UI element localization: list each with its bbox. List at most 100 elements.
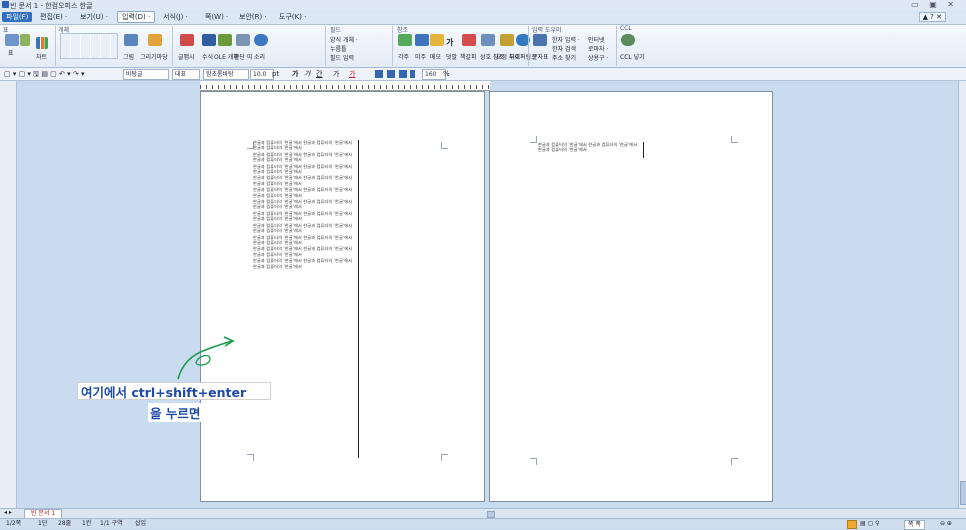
vertical-scrollbar[interactable] bbox=[958, 81, 966, 508]
horizontal-ruler bbox=[200, 81, 490, 91]
menu-security[interactable]: 보안(R) · bbox=[235, 12, 271, 22]
picture-icon[interactable] bbox=[124, 34, 138, 46]
body-paragraph: 한글과 컴퓨터의 '한글'에서 한글과 컴퓨터의 '한글'에서 한글과 컴퓨터의… bbox=[253, 175, 353, 186]
format-toolbar: ▢ ▾ ▢ ▾ 🖫 ▤ ▢ ↶ ▾ ↷ ▾ 바탕글 대표 함초롬바탕 10.0 … bbox=[0, 68, 966, 81]
bookmark-label: 책갈피 bbox=[460, 54, 477, 61]
margin-corner bbox=[441, 454, 448, 461]
font-size-unit: pt bbox=[272, 70, 280, 78]
footnote-icon[interactable] bbox=[398, 34, 412, 46]
bold-button[interactable]: 가 bbox=[292, 69, 298, 79]
help-button[interactable]: ▲ ? ✕ bbox=[918, 12, 946, 22]
hscroll-thumb[interactable] bbox=[487, 511, 495, 518]
body-paragraph: 한글과 컴퓨터의 '한글'에서 한글과 컴퓨터의 '한글'에서 한글과 컴퓨터의… bbox=[253, 222, 353, 234]
divider bbox=[392, 26, 393, 66]
cell-icon[interactable] bbox=[20, 34, 30, 46]
status-mode[interactable]: 삽입 bbox=[135, 520, 146, 528]
group-ccl-title: CCL bbox=[620, 25, 632, 32]
sound-label: 소리 bbox=[254, 54, 266, 61]
divider bbox=[55, 26, 56, 66]
address-search-button[interactable]: 주소 찾기 bbox=[552, 53, 576, 62]
chart-label: 차트 bbox=[36, 54, 48, 61]
divider bbox=[528, 26, 529, 66]
page-2-body-text[interactable]: 한글과 컴퓨터의 '한글'에서 한글과 컴퓨터의 '한글'에서 한글과 컴퓨터의… bbox=[538, 142, 642, 166]
pushfield-button[interactable]: 누름틀 bbox=[330, 44, 347, 53]
arrow-annotation bbox=[177, 336, 235, 380]
body-paragraph: 한글과 컴퓨터의 '한글'에서 한글과 컴퓨터의 '한글'에서 한글과 컴퓨터의… bbox=[253, 163, 353, 175]
menu-edit[interactable]: 편집(E) · bbox=[36, 12, 71, 22]
font-color-button[interactable]: 가 bbox=[349, 69, 355, 79]
font-size-input[interactable]: 10.0 bbox=[250, 69, 274, 80]
italic-button[interactable]: 가 bbox=[304, 69, 310, 79]
lang-select[interactable]: 대표 bbox=[172, 69, 200, 80]
margin-corner bbox=[731, 458, 738, 465]
body-paragraph: 한글과 컴퓨터의 '한글'에서 한글과 컴퓨터의 '한글'에서 한글과 컴퓨터의… bbox=[253, 246, 353, 257]
page-1[interactable]: 한글과 컴퓨터의 '한글'에서 한글과 컴퓨터의 '한글'에서 한글과 컴퓨터의… bbox=[200, 91, 485, 502]
strike-button[interactable]: 가 bbox=[333, 69, 339, 79]
annotation-line-2: 을 누르면 bbox=[148, 403, 203, 422]
hanja-input-button[interactable]: 한자 입력 · bbox=[552, 35, 580, 44]
margin-corner bbox=[530, 458, 537, 465]
table-icon[interactable] bbox=[5, 34, 19, 46]
ruby-icon[interactable]: 가 bbox=[446, 37, 453, 48]
form-object-button[interactable]: 양식 개체 · bbox=[330, 35, 358, 44]
zoom-unit: % bbox=[443, 70, 450, 78]
style-select[interactable]: 바탕글 bbox=[123, 69, 169, 80]
romanize-button[interactable]: 로마자 · bbox=[588, 44, 608, 53]
align-buttons[interactable] bbox=[375, 70, 415, 78]
view-buttons[interactable]: ▤ ▢ ⚲ bbox=[860, 520, 880, 528]
title-bar: 빈 문서 1 - 한컴오피스 한글 ▭ ▣ ✕ bbox=[0, 0, 966, 10]
proofreading-icon[interactable] bbox=[500, 34, 514, 46]
menu-view[interactable]: 보기(U) · bbox=[76, 12, 112, 22]
menu-format[interactable]: 서식(J) · bbox=[159, 12, 192, 22]
ruler-ticks bbox=[200, 85, 490, 89]
ccl-label: CCL 넣기 bbox=[620, 54, 645, 61]
status-bar: 1/2쪽 1단 28줄 1칸 1/1 구역 삽입 ▤ ▢ ⚲ 쪽 폭 ⊖ ⊕ bbox=[0, 518, 966, 530]
tab-nav-arrows[interactable]: ◂ ▸ bbox=[4, 509, 12, 517]
picture-label: 그림 bbox=[123, 54, 135, 61]
zoom-out-in-buttons[interactable]: ⊖ ⊕ bbox=[940, 520, 952, 528]
internet-button[interactable]: 인터넷 bbox=[588, 35, 605, 44]
page-2[interactable]: 한글과 컴퓨터의 '한글'에서 한글과 컴퓨터의 '한글'에서 한글과 컴퓨터의… bbox=[489, 91, 773, 502]
menu-tools[interactable]: 도구(K) · bbox=[275, 12, 310, 22]
ruby-label: 덧말 bbox=[446, 54, 458, 61]
menu-page[interactable]: 쪽(W) · bbox=[201, 12, 232, 22]
underline-button[interactable]: 간 bbox=[316, 69, 322, 79]
group-helper-title: 입력 도우미 bbox=[532, 27, 562, 34]
page-1-body-text[interactable]: 한글과 컴퓨터의 '한글'에서 한글과 컴퓨터의 '한글'에서 한글과 컴퓨터의… bbox=[253, 140, 357, 458]
special-char-icon[interactable] bbox=[533, 34, 547, 46]
sound-icon[interactable] bbox=[254, 34, 268, 46]
text-cursor-line bbox=[643, 142, 644, 158]
cross-ref-icon[interactable] bbox=[481, 34, 495, 46]
chart-icon[interactable] bbox=[36, 37, 48, 49]
paragraph-band-icon[interactable] bbox=[236, 34, 250, 46]
equation-icon[interactable] bbox=[202, 34, 216, 46]
body-paragraph: 한글과 컴퓨터의 '한글'에서 한글과 컴퓨터의 '한글'에서 한글과 컴퓨터의… bbox=[253, 187, 353, 198]
menu-insert[interactable]: 입력(D) · bbox=[117, 11, 156, 23]
window-controls[interactable]: ▭ ▣ ✕ bbox=[911, 0, 958, 9]
divider bbox=[325, 26, 326, 66]
zoom-mode-select[interactable]: 쪽 폭 bbox=[904, 520, 925, 530]
drawing-icon[interactable] bbox=[148, 34, 162, 46]
status-page: 1/2쪽 bbox=[6, 520, 22, 527]
field-input-button[interactable]: 필드 입력 bbox=[330, 53, 354, 62]
toolbar-icons[interactable]: ▢ ▾ ▢ ▾ 🖫 ▤ ▢ ↶ ▾ ↷ ▾ bbox=[4, 69, 84, 79]
clipart-icon[interactable] bbox=[180, 34, 194, 46]
document-area[interactable]: 한글과 컴퓨터의 '한글'에서 한글과 컴퓨터의 '한글'에서 한글과 컴퓨터의… bbox=[17, 91, 957, 506]
status-line: 28줄 bbox=[58, 520, 72, 527]
font-select[interactable]: 함초롬바탕 bbox=[203, 69, 249, 80]
quick-phrase-button[interactable]: 상용구 · bbox=[588, 53, 608, 62]
status-col: 1칸 bbox=[82, 520, 92, 527]
ribbon: 표 개체 필드 참조 입력 도우미 CCL 표 차트 그림 그리기마당 글맵시 … bbox=[0, 25, 966, 68]
text-cursor-line bbox=[358, 140, 359, 458]
group-table-title: 표 bbox=[3, 27, 9, 34]
hanja-search-button[interactable]: 한자 검색 bbox=[552, 44, 576, 53]
endnote-icon[interactable] bbox=[415, 34, 429, 46]
ole-icon[interactable] bbox=[218, 34, 232, 46]
menu-file[interactable]: 파일(F) bbox=[2, 12, 33, 22]
bookmark-icon[interactable] bbox=[462, 34, 476, 46]
memo-icon[interactable] bbox=[430, 34, 444, 46]
footnote-label: 각주 bbox=[398, 54, 410, 61]
ccl-icon[interactable] bbox=[621, 34, 635, 46]
shape-gallery[interactable] bbox=[60, 33, 118, 59]
scroll-thumb[interactable] bbox=[960, 481, 966, 505]
